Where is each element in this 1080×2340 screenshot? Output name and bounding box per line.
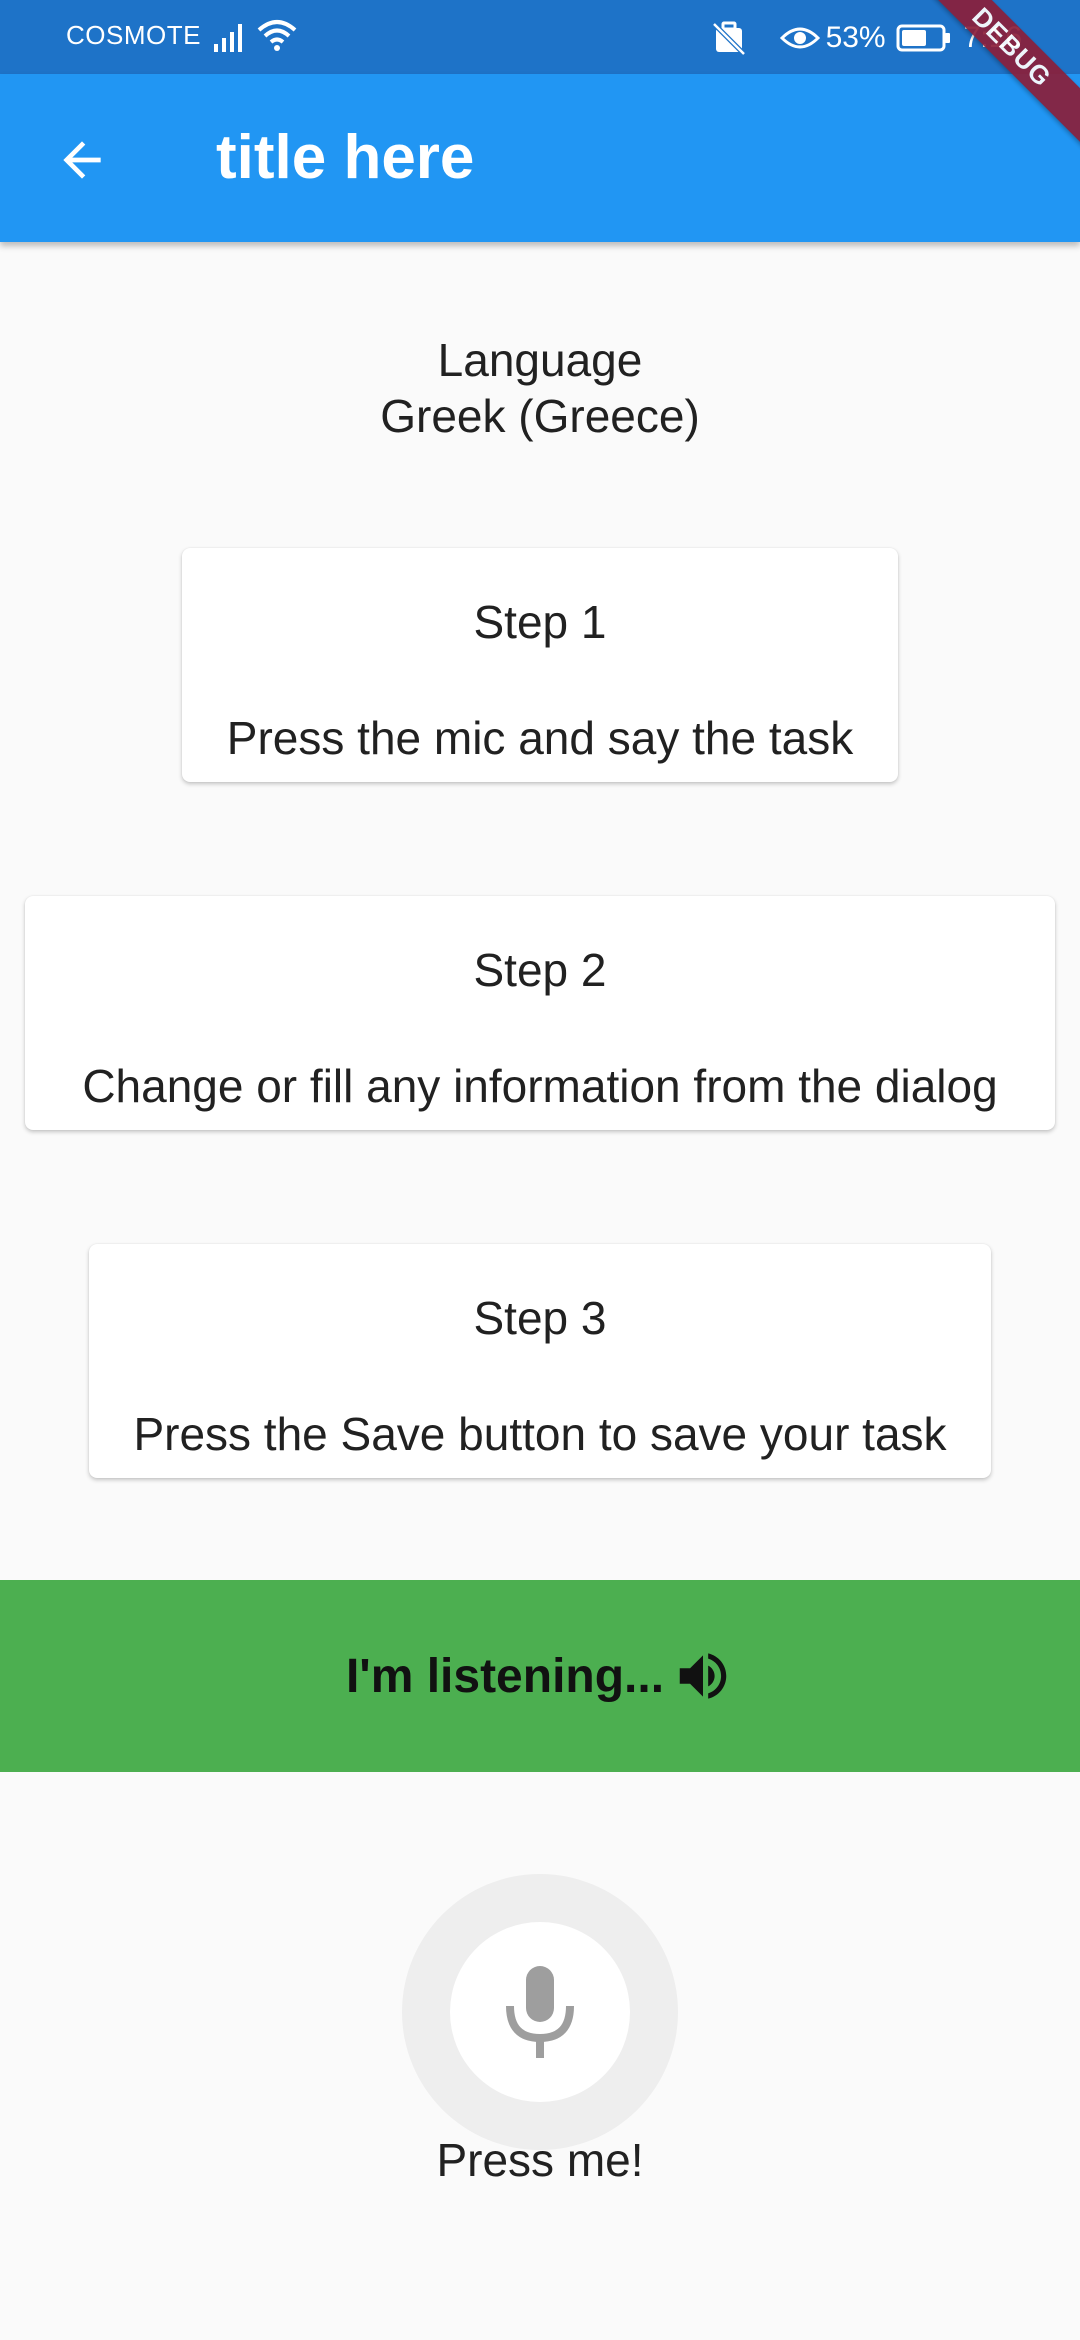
- carrier-name: COSMOTE: [66, 20, 201, 50]
- app-bar: title here: [0, 74, 1080, 242]
- battery-percent: 53%: [825, 21, 886, 54]
- step-text: Press the mic and say the task: [226, 712, 854, 764]
- step-text: Change or fill any information from the …: [82, 1060, 998, 1112]
- step-title: Step 2: [473, 944, 607, 996]
- mic-icon: [506, 1966, 574, 2058]
- signal-icon: [214, 24, 242, 52]
- step-title: Step 1: [473, 596, 607, 648]
- step-title: Step 3: [473, 1292, 607, 1344]
- battery-icon: [896, 24, 950, 52]
- speaker-icon: [679, 1653, 727, 1699]
- status-bar: COSMOTE 53%: [0, 0, 1080, 74]
- step-card-1: Step 1 Press the mic and say the task: [182, 548, 898, 782]
- language-value: Greek (Greece): [380, 390, 700, 442]
- screen: COSMOTE 53% title here DEBUG Language Gr…: [0, 0, 1080, 2340]
- listening-text: I'm listening...: [345, 1649, 665, 1703]
- eye-icon: [779, 27, 820, 49]
- language-info: Language Greek (Greece): [0, 332, 1080, 444]
- mic-label: Press me!: [436, 2134, 644, 2186]
- mic-button[interactable]: [450, 1922, 630, 2102]
- language-label: Language: [437, 334, 643, 386]
- page-title: title here: [216, 123, 475, 192]
- wifi-icon: [257, 20, 297, 51]
- back-button[interactable]: [40, 118, 124, 202]
- no-sim-icon: [711, 21, 746, 56]
- arrow-back-icon: [63, 141, 101, 179]
- step-card-3: Step 3 Press the Save button to save you…: [89, 1244, 991, 1478]
- step-text: Press the Save button to save your task: [133, 1408, 947, 1460]
- step-card-2: Step 2 Change or fill any information fr…: [25, 896, 1055, 1130]
- listening-banner: I'm listening...: [0, 1580, 1080, 1772]
